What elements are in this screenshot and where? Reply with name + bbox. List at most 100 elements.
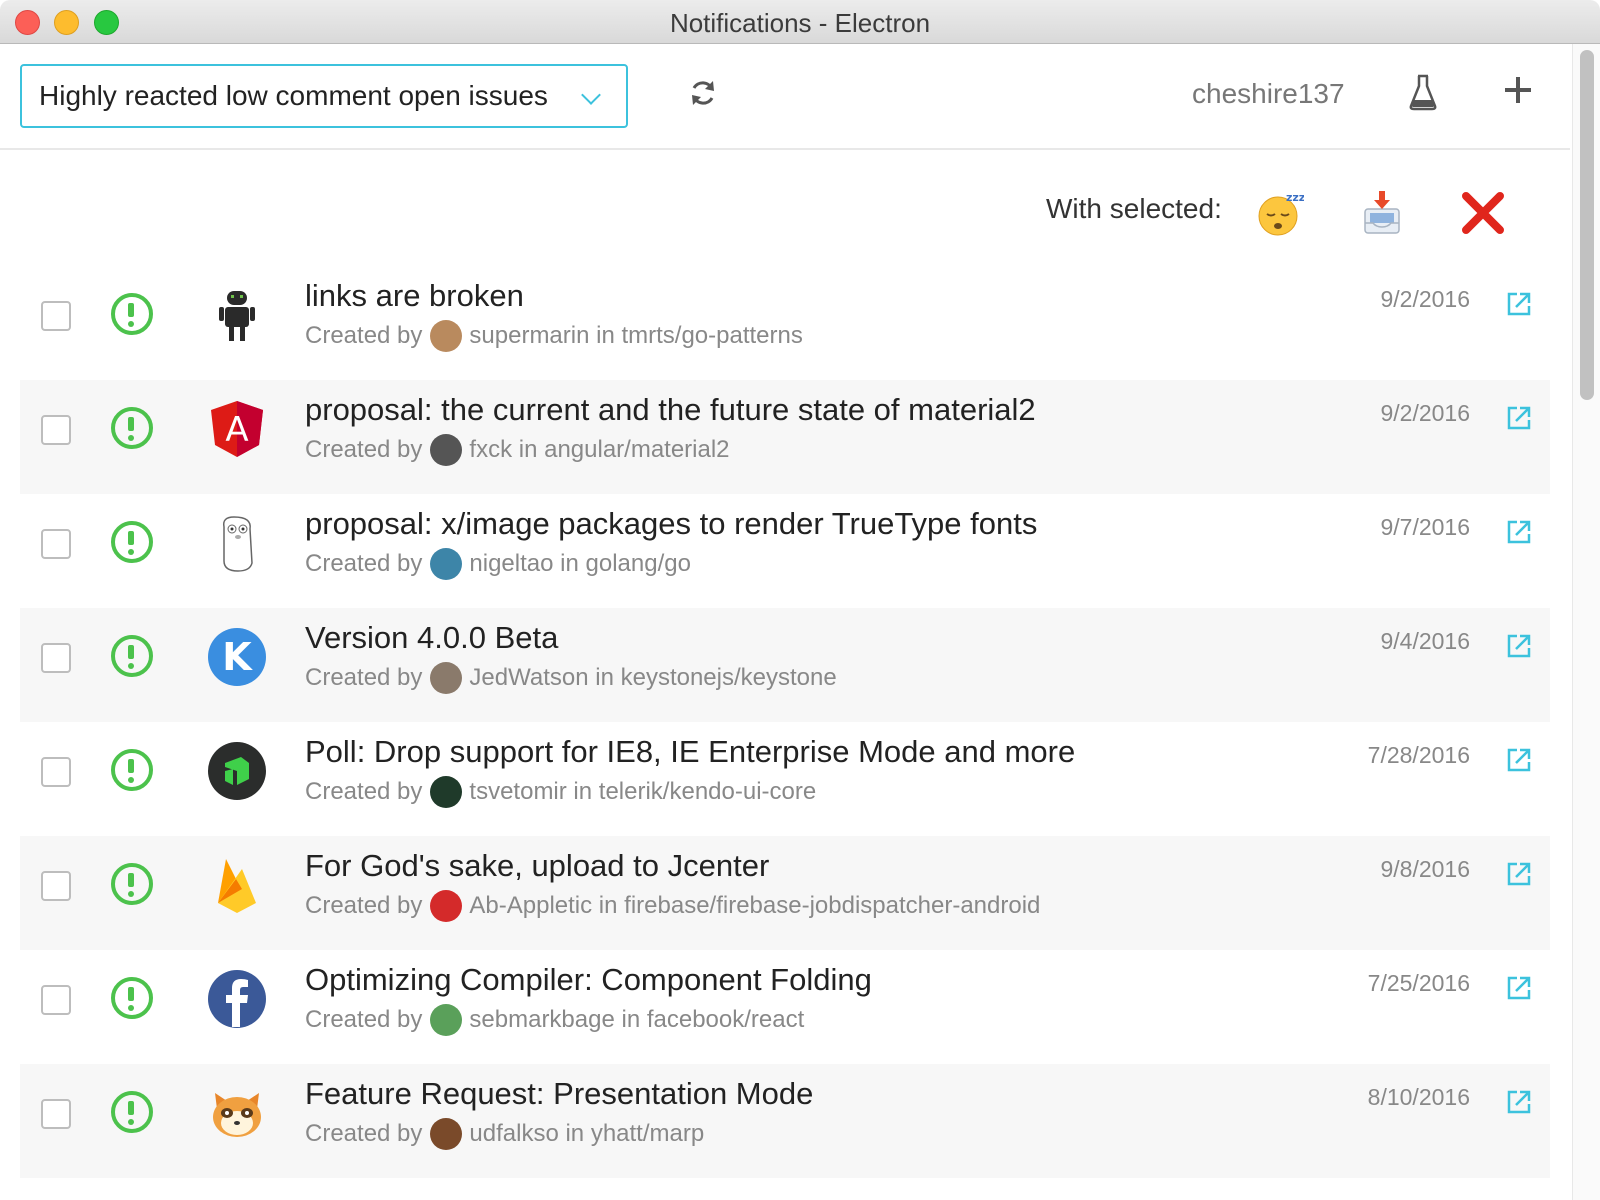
keystone-logo-icon: K [206, 626, 268, 688]
refresh-icon[interactable] [688, 78, 718, 108]
list-item[interactable]: Feature Request: Presentation Mode Creat… [20, 1064, 1550, 1178]
issue-meta: Created by nigeltao in golang/go [305, 548, 691, 580]
list-item[interactable]: K Version 4.0.0 Beta Created by JedWatso… [20, 608, 1550, 722]
inbox-tray-icon [1364, 191, 1400, 234]
facebook-logo-icon [206, 968, 268, 1030]
creator-username[interactable]: JedWatson [469, 664, 588, 692]
issue-date: 9/2/2016 [1380, 400, 1470, 426]
external-link-icon[interactable] [1505, 860, 1533, 888]
select-checkbox[interactable] [41, 301, 71, 331]
issue-date: 8/10/2016 [1367, 1084, 1470, 1110]
external-link-icon[interactable] [1505, 974, 1533, 1002]
created-by-label: Created by [305, 322, 423, 349]
repo-name[interactable]: keystonejs/keystone [621, 664, 837, 692]
external-link-icon[interactable] [1505, 1088, 1533, 1116]
repo-name[interactable]: telerik/kendo-ui-core [599, 778, 816, 806]
open-issue-icon [111, 749, 153, 791]
select-checkbox[interactable] [41, 643, 71, 673]
repo-name[interactable]: angular/material2 [544, 436, 729, 464]
list-item[interactable]: Optimizing Compiler: Component Folding C… [20, 950, 1550, 1064]
sleeping-face-icon: zzz [1258, 191, 1304, 236]
avatar [430, 320, 463, 352]
select-checkbox[interactable] [41, 415, 71, 445]
creator-username[interactable]: sebmarkbage [469, 1006, 614, 1034]
creator-username[interactable]: fxck [469, 436, 512, 464]
issue-date: 9/8/2016 [1380, 856, 1470, 882]
open-issue-icon [111, 635, 153, 677]
issue-date: 7/25/2016 [1367, 970, 1470, 996]
creator-username[interactable]: supermarin [469, 322, 589, 350]
repo-name[interactable]: firebase/firebase-jobdispatcher-android [624, 892, 1040, 920]
created-by-label: Created by [305, 778, 423, 805]
created-by-label: Created by [305, 892, 423, 919]
select-checkbox[interactable] [41, 529, 71, 559]
external-link-icon[interactable] [1505, 746, 1533, 774]
go-gopher-icon [206, 512, 268, 574]
issue-title-link[interactable]: proposal: the current and the future sta… [305, 392, 1036, 428]
scrollbar-thumb[interactable] [1580, 50, 1594, 400]
raccoon-mascot-icon [206, 1082, 268, 1144]
issue-date: 7/28/2016 [1367, 742, 1470, 768]
issue-date: 9/7/2016 [1380, 514, 1470, 540]
repo-name[interactable]: tmrts/go-patterns [621, 322, 802, 350]
issue-title-link[interactable]: links are broken [305, 278, 524, 314]
avatar [430, 1004, 463, 1036]
filter-select-value: Highly reacted low comment open issues [39, 80, 548, 111]
open-issue-icon [111, 977, 153, 1019]
creator-username[interactable]: Ab-Appletic [469, 892, 592, 920]
avatar [430, 1118, 463, 1150]
external-link-icon[interactable] [1505, 518, 1533, 546]
issue-date: 9/2/2016 [1380, 286, 1470, 312]
issue-meta: Created by sebmarkbage in facebook/react [305, 1004, 804, 1036]
issue-title-link[interactable]: proposal: x/image packages to render Tru… [305, 506, 1037, 542]
issue-title-link[interactable]: Feature Request: Presentation Mode [305, 1076, 813, 1112]
kendo-ui-logo-icon [206, 740, 268, 802]
creator-username[interactable]: tsvetomir [469, 778, 566, 806]
external-link-icon[interactable] [1505, 404, 1533, 432]
external-link-icon[interactable] [1505, 290, 1533, 318]
plus-icon[interactable] [1502, 74, 1534, 106]
chevron-down-icon [581, 85, 601, 105]
select-checkbox[interactable] [41, 871, 71, 901]
repo-name[interactable]: golang/go [586, 550, 691, 578]
created-by-label: Created by [305, 664, 423, 691]
red-x-icon [1462, 192, 1504, 234]
select-checkbox[interactable] [41, 1099, 71, 1129]
open-issue-icon [111, 1091, 153, 1133]
list-item[interactable]: A proposal: the current and the future s… [20, 380, 1550, 494]
created-by-label: Created by [305, 550, 423, 577]
open-issue-icon [111, 293, 153, 335]
issue-meta: Created by udfalkso in yhatt/marp [305, 1118, 704, 1150]
creator-username[interactable]: nigeltao [469, 550, 553, 578]
select-checkbox[interactable] [41, 985, 71, 1015]
firebase-logo-icon [206, 854, 268, 916]
avatar [430, 434, 463, 466]
list-item[interactable]: Poll: Drop support for IE8, IE Enterpris… [20, 722, 1550, 836]
issue-meta: Created by fxck in angular/material2 [305, 434, 730, 466]
username[interactable]: cheshire137 [1192, 78, 1345, 110]
creator-username[interactable]: udfalkso [469, 1120, 558, 1148]
repo-name[interactable]: yhatt/marp [591, 1120, 704, 1148]
issue-meta: Created by tsvetomir in telerik/kendo-ui… [305, 776, 816, 808]
select-checkbox[interactable] [41, 757, 71, 787]
filter-select[interactable]: Highly reacted low comment open issues [20, 64, 628, 128]
external-link-icon[interactable] [1505, 632, 1533, 660]
avatar [430, 776, 463, 808]
issue-meta: Created by JedWatson in keystonejs/keyst… [305, 662, 837, 694]
list-item[interactable]: proposal: x/image packages to render Tru… [20, 494, 1550, 608]
archive-button[interactable] [1357, 188, 1407, 238]
issue-title-link[interactable]: Version 4.0.0 Beta [305, 620, 558, 656]
window-title: Notifications - Electron [669, 8, 931, 38]
open-issue-icon [111, 407, 153, 449]
delete-button[interactable] [1458, 188, 1508, 238]
issue-title-link[interactable]: For God's sake, upload to Jcenter [305, 848, 769, 884]
issue-title-link[interactable]: Optimizing Compiler: Component Folding [305, 962, 872, 998]
bulk-actions-bar: With selected: zzz [0, 180, 1570, 250]
list-item[interactable]: For God's sake, upload to Jcenter Create… [20, 836, 1550, 950]
avatar [430, 890, 463, 922]
repo-name[interactable]: facebook/react [647, 1006, 804, 1034]
list-item[interactable]: links are broken Created by supermarin i… [20, 266, 1550, 380]
snooze-button[interactable]: zzz [1255, 188, 1305, 238]
flask-icon[interactable] [1408, 72, 1438, 112]
issue-title-link[interactable]: Poll: Drop support for IE8, IE Enterpris… [305, 734, 1075, 770]
